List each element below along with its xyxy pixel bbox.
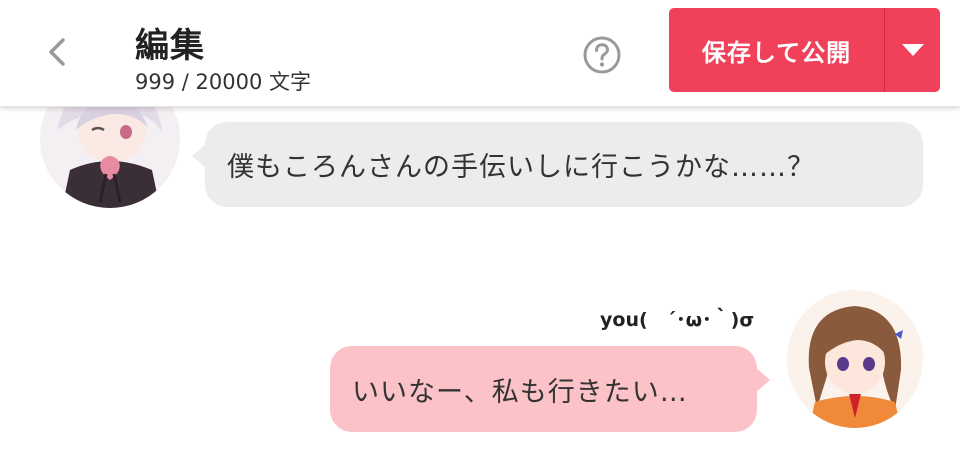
- caret-down-icon: [901, 44, 924, 56]
- chevron-left-icon: [49, 38, 65, 66]
- avatar-right[interactable]: [787, 290, 923, 428]
- message-bubble-left[interactable]: 僕もころんさんの手伝いしに行こうかな……？: [192, 122, 923, 207]
- message-text: 僕もころんさんの手伝いしに行こうかな……？: [227, 152, 815, 183]
- message-bubble-right[interactable]: いいなー、私も行きたい…: [330, 346, 770, 432]
- publish-button-group: 保存して公開: [669, 8, 940, 92]
- save-and-publish-button[interactable]: 保存して公開: [669, 8, 884, 92]
- question-circle-icon: [583, 36, 621, 74]
- girl-character-icon: [787, 290, 923, 428]
- publish-options-dropdown[interactable]: [885, 8, 940, 92]
- back-button[interactable]: [36, 28, 82, 76]
- top-bar: 編集 999 / 20000 文字 保存して公開: [0, 0, 960, 107]
- character-count: 999 / 20000 文字: [135, 70, 311, 94]
- speaker-name: you( ´･ω･｀)σ: [600, 309, 755, 331]
- help-button[interactable]: [582, 35, 622, 75]
- page-title: 編集: [135, 26, 205, 66]
- message-text: いいなー、私も行きたい…: [352, 376, 688, 408]
